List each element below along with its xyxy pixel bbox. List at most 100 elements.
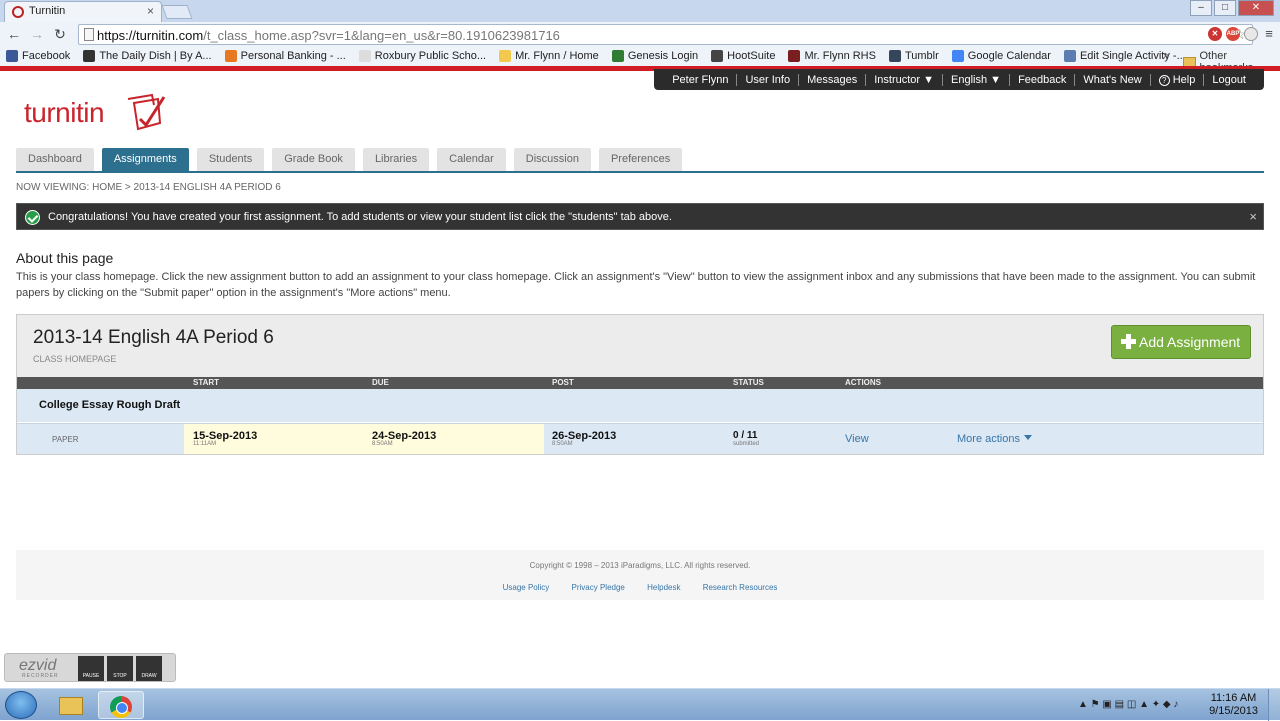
assignment-name: College Essay Rough Draft bbox=[39, 399, 180, 411]
menu-icon[interactable]: ≡ bbox=[1262, 27, 1276, 41]
privacy-pledge-link[interactable]: Privacy Pledge bbox=[572, 583, 625, 592]
notice-close-icon[interactable]: × bbox=[1249, 204, 1257, 230]
tab-preferences[interactable]: Preferences bbox=[599, 148, 682, 171]
stop-label: STOP bbox=[113, 673, 127, 679]
usage-policy-link[interactable]: Usage Policy bbox=[503, 583, 550, 592]
more-actions-menu[interactable]: More actions bbox=[957, 433, 1032, 445]
bookmark-item[interactable]: Personal Banking - ... bbox=[225, 50, 346, 62]
user-info-link[interactable]: User Info bbox=[737, 74, 799, 86]
system-tray[interactable]: ▲ ⚑ ▣ ▤ ◫ ▲ ✦ ◆ ♪ bbox=[1078, 699, 1178, 710]
bookmark-item[interactable]: Mr. Flynn / Home bbox=[499, 50, 599, 62]
assignment-row: College Essay Rough Draft bbox=[17, 389, 1263, 422]
tab-assignments[interactable]: Assignments bbox=[102, 148, 189, 171]
user-name-link[interactable]: Peter Flynn bbox=[664, 74, 737, 86]
stop-button[interactable]: STOP bbox=[107, 656, 133, 681]
new-tab-button[interactable] bbox=[161, 5, 192, 19]
draw-label: DRAW bbox=[141, 673, 156, 679]
whats-new-link[interactable]: What's New bbox=[1075, 74, 1150, 86]
browser-tab[interactable]: Turnitin × bbox=[4, 1, 162, 22]
submission-status: 0 / 11 bbox=[733, 430, 757, 441]
pause-button[interactable]: PAUSE bbox=[78, 656, 104, 681]
footer: Copyright © 1998 – 2013 iParadigms, LLC.… bbox=[16, 550, 1264, 600]
page: Peter Flynn User Info Messages Instructo… bbox=[0, 66, 1280, 688]
extension-icon[interactable] bbox=[1244, 27, 1258, 41]
feedback-link[interactable]: Feedback bbox=[1010, 74, 1075, 86]
turnitin-favicon-icon bbox=[12, 6, 24, 18]
helpdesk-link[interactable]: Helpdesk bbox=[647, 583, 680, 592]
bookmark-favicon-icon bbox=[225, 50, 237, 62]
abp-icon[interactable]: ABP bbox=[1226, 27, 1240, 41]
window-controls: ‒ □ ✕ bbox=[1188, 0, 1274, 16]
bookmark-item[interactable]: Facebook bbox=[6, 50, 70, 62]
language-menu[interactable]: English ▼ bbox=[943, 74, 1010, 86]
bookmark-item[interactable]: Roxbury Public Scho... bbox=[359, 50, 486, 62]
bookmark-item[interactable]: Genesis Login bbox=[612, 50, 698, 62]
show-desktop-button[interactable] bbox=[1268, 689, 1280, 721]
bookmark-label: Mr. Flynn / Home bbox=[515, 50, 599, 62]
address-bar[interactable]: https://turnitin.com/t_class_home.asp?sv… bbox=[78, 24, 1253, 45]
start-button[interactable] bbox=[5, 691, 37, 719]
minimize-icon[interactable]: ‒ bbox=[1190, 0, 1212, 16]
bookmark-label: Personal Banking - ... bbox=[241, 50, 346, 62]
bookmark-label: Tumblr bbox=[905, 50, 939, 62]
tab-students[interactable]: Students bbox=[197, 148, 264, 171]
footer-links: Usage Policy Privacy Pledge Helpdesk Res… bbox=[16, 583, 1264, 592]
window-close-icon[interactable]: ✕ bbox=[1238, 0, 1274, 16]
bookmark-label: Genesis Login bbox=[628, 50, 698, 62]
back-icon[interactable]: ← bbox=[6, 26, 22, 42]
bookmark-label: Facebook bbox=[22, 50, 70, 62]
col-post: POST bbox=[552, 377, 574, 389]
tab-libraries[interactable]: Libraries bbox=[363, 148, 429, 171]
class-title: 2013-14 English 4A Period 6 bbox=[33, 327, 274, 349]
check-circle-icon bbox=[25, 210, 40, 225]
view-link[interactable]: View bbox=[845, 433, 869, 445]
messages-link[interactable]: Messages bbox=[799, 74, 866, 86]
tab-discussion[interactable]: Discussion bbox=[514, 148, 591, 171]
bookmark-label: HootSuite bbox=[727, 50, 775, 62]
bookmark-favicon-icon bbox=[711, 50, 723, 62]
browser-toolbar: ← → ↻ https://turnitin.com/t_class_home.… bbox=[0, 22, 1280, 46]
url-text: https://turnitin.com/t_class_home.asp?sv… bbox=[97, 28, 560, 43]
tab-calendar[interactable]: Calendar bbox=[437, 148, 506, 171]
table-header: START DUE POST STATUS ACTIONS bbox=[17, 377, 1263, 389]
forward-icon[interactable]: → bbox=[29, 26, 45, 42]
instructor-menu[interactable]: Instructor ▼ bbox=[866, 74, 943, 86]
reload-icon[interactable]: ↻ bbox=[52, 26, 68, 42]
bookmark-item[interactable]: Mr. Flynn RHS bbox=[788, 50, 876, 62]
tab-close-icon[interactable]: × bbox=[147, 4, 154, 18]
bookmark-item[interactable]: HootSuite bbox=[711, 50, 775, 62]
bookmark-favicon-icon bbox=[788, 50, 800, 62]
about-text: This is your class homepage. Click the n… bbox=[16, 269, 1261, 301]
help-link[interactable]: ?Help bbox=[1151, 74, 1205, 86]
help-label: Help bbox=[1173, 74, 1196, 86]
research-resources-link[interactable]: Research Resources bbox=[703, 583, 778, 592]
bookmark-item[interactable]: Tumblr bbox=[889, 50, 939, 62]
add-assignment-button[interactable]: Add Assignment bbox=[1111, 325, 1251, 359]
tabs-underline bbox=[16, 171, 1264, 173]
bookmark-favicon-icon bbox=[952, 50, 964, 62]
explorer-taskbar-button[interactable] bbox=[49, 691, 95, 719]
clock[interactable]: 11:16 AM 9/15/2013 bbox=[1209, 692, 1258, 718]
page-icon bbox=[84, 28, 94, 41]
bookmark-item[interactable]: Google Calendar bbox=[952, 50, 1051, 62]
chrome-taskbar-button[interactable] bbox=[98, 691, 144, 719]
logout-link[interactable]: Logout bbox=[1204, 74, 1254, 86]
browser-chrome: Turnitin × ‒ □ ✕ ← → ↻ https://turnitin.… bbox=[0, 0, 1280, 66]
extension-icon[interactable]: ✕ bbox=[1208, 27, 1222, 41]
part-type: PAPER bbox=[52, 435, 79, 444]
top-nav: Peter Flynn User Info Messages Instructo… bbox=[654, 69, 1264, 90]
help-icon: ? bbox=[1159, 75, 1170, 86]
tab-dashboard[interactable]: Dashboard bbox=[16, 148, 94, 171]
extension-icons: ✕ ABP ≡ bbox=[1208, 27, 1276, 41]
maximize-icon[interactable]: □ bbox=[1214, 0, 1236, 16]
bookmarks-overflow-icon[interactable]: » bbox=[1163, 50, 1169, 62]
plus-icon bbox=[1121, 334, 1136, 349]
bookmark-favicon-icon bbox=[499, 50, 511, 62]
tab-grade-book[interactable]: Grade Book bbox=[272, 148, 355, 171]
bookmark-item[interactable]: The Daily Dish | By A... bbox=[83, 50, 211, 62]
draw-button[interactable]: DRAW bbox=[136, 656, 162, 681]
bookmark-label: Mr. Flynn RHS bbox=[804, 50, 876, 62]
logo-text: turnitin bbox=[24, 97, 104, 129]
ezvid-recorder: ezvid RECORDER PAUSE STOP DRAW bbox=[4, 653, 176, 682]
class-subtitle: CLASS HOMEPAGE bbox=[33, 354, 116, 364]
